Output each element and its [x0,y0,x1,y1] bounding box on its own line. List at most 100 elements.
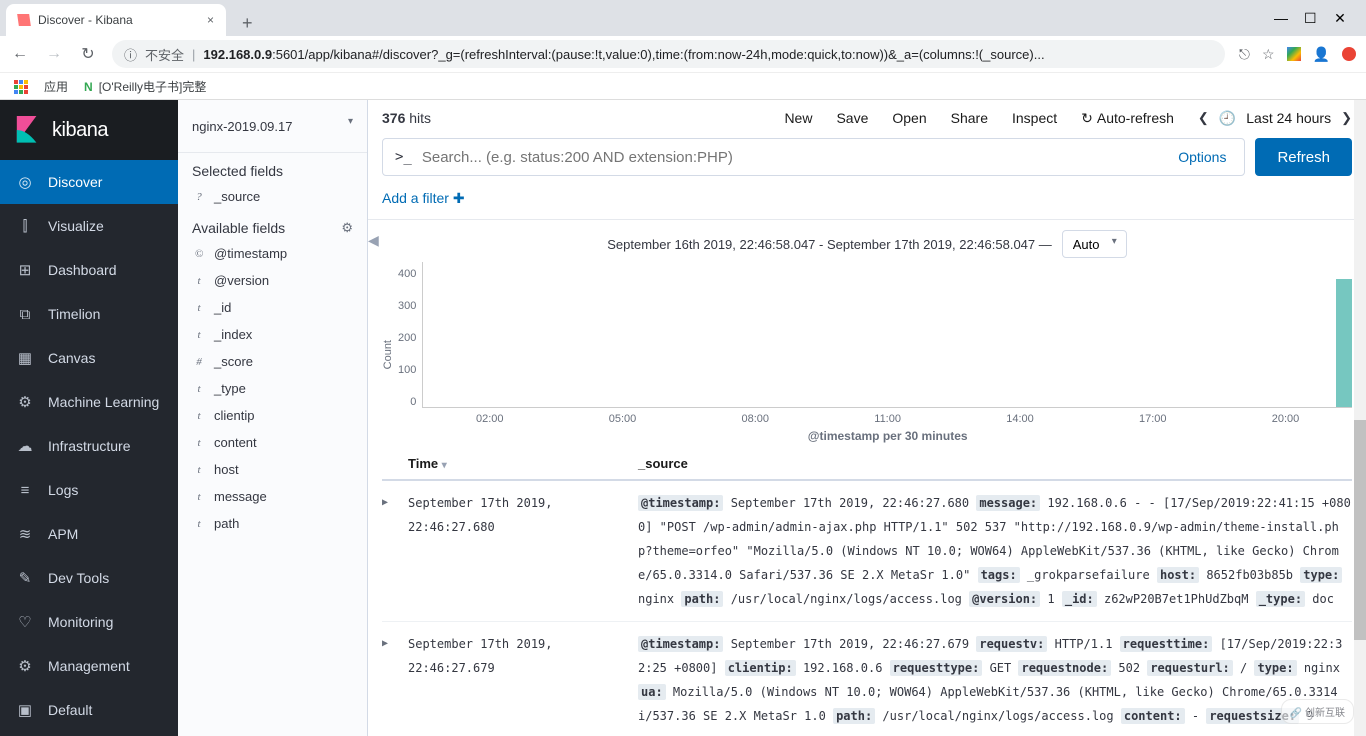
y-axis-label: Count [382,340,394,369]
new-tab-button[interactable]: + [234,11,261,36]
top-bar: 376 hits New Save Open Share Inspect ↻ A… [368,100,1366,128]
time-next-icon[interactable]: ❯ [1341,110,1352,126]
reload-icon[interactable]: ↻ [78,44,98,64]
save-button[interactable]: Save [836,110,868,126]
collapse-chart-icon[interactable]: ◀ [368,232,379,249]
refresh-button[interactable]: Refresh [1255,138,1352,176]
scrollbar-thumb[interactable] [1354,420,1366,640]
expand-row-icon[interactable]: ▶ [382,632,408,728]
logs-icon: ≡ [16,482,34,499]
url-input[interactable]: ⓘ 不安全 | 192.168.0.9:5601/app/kibana#/dis… [112,40,1225,68]
search-options[interactable]: Options [1172,149,1232,165]
field-type-icon: t [192,302,206,314]
profile-icon[interactable]: 👤 [1313,46,1330,63]
field-type-icon: t [192,464,206,476]
minimize-icon[interactable]: — [1274,10,1286,27]
bookmark-oreilly[interactable]: N[O'Reilly电子书]完整 [84,78,206,95]
field-host[interactable]: thost [178,456,367,483]
new-button[interactable]: New [784,110,812,126]
field-_score[interactable]: #_score [178,348,367,375]
interval-select[interactable]: Auto [1062,230,1127,258]
expand-row-icon[interactable]: ▶ [382,491,408,611]
sidebar-item-infrastructure[interactable]: ☁Infrastructure [0,424,178,468]
field-_index[interactable]: t_index [178,321,367,348]
browser-tab[interactable]: Discover - Kibana × [6,4,226,36]
sidebar-item-default[interactable]: ▣Default [0,688,178,732]
sidebar-item-dev-tools[interactable]: ✎Dev Tools [0,556,178,600]
scrollbar-track[interactable] [1354,100,1366,736]
table-row: ▶September 17th 2019, 22:46:27.679@times… [382,622,1352,736]
back-icon[interactable]: ← [10,45,30,63]
security-label: 不安全 [145,45,184,64]
maximize-icon[interactable]: ☐ [1304,10,1316,27]
field-@timestamp[interactable]: ©@timestamp [178,240,367,267]
row-time: September 17th 2019, 22:46:27.679 [408,632,638,728]
ext-icon[interactable] [1287,47,1301,61]
add-filter-button[interactable]: Add a filter ✚ [382,190,465,206]
monitoring-icon: ♡ [16,613,34,631]
window-controls: — ☐ ✕ [1260,0,1360,27]
translate-icon[interactable]: ⎋ [1239,46,1250,63]
close-tab-icon[interactable]: × [207,13,214,27]
open-button[interactable]: Open [892,110,926,126]
machine-learning-icon: ⚙ [16,393,34,411]
field-type-icon: ? [192,191,206,203]
watermark: 🔗 创新互联 [1281,699,1354,724]
search-row: >_ Options Refresh [368,128,1366,186]
time-picker[interactable]: ❮ 🕘 Last 24 hours ❯ [1198,110,1352,127]
auto-refresh-button[interactable]: ↻ Auto-refresh [1081,110,1174,127]
field-path[interactable]: tpath [178,510,367,537]
share-button[interactable]: Share [951,110,988,126]
col-source-header[interactable]: _source [638,456,1352,471]
forward-icon[interactable]: → [44,45,64,63]
main-content: 376 hits New Save Open Share Inspect ↻ A… [368,100,1366,736]
apps-label[interactable]: 应用 [44,78,68,95]
sidebar-item-discover[interactable]: ◎Discover [0,160,178,204]
field-type-icon: t [192,518,206,530]
field-content[interactable]: tcontent [178,429,367,456]
management-icon: ⚙ [16,657,34,675]
infrastructure-icon: ☁ [16,437,34,455]
inspect-button[interactable]: Inspect [1012,110,1057,126]
close-window-icon[interactable]: ✕ [1334,10,1346,27]
sidebar-item-visualize[interactable]: ⫿Visualize [0,204,178,248]
chart-bar[interactable] [1336,279,1352,407]
field-_source[interactable]: ?_source [178,183,367,210]
default-icon: ▣ [16,701,34,719]
row-source: @timestamp: September 17th 2019, 22:46:2… [638,632,1352,728]
sidebar-item-monitoring[interactable]: ♡Monitoring [0,600,178,644]
sidebar-item-machine-learning[interactable]: ⚙Machine Learning [0,380,178,424]
sidebar-item-management[interactable]: ⚙Management [0,644,178,688]
field-@version[interactable]: t@version [178,267,367,294]
gear-icon[interactable]: ⚙ [341,220,353,236]
sidebar-item-logs[interactable]: ≡Logs [0,468,178,512]
sidebar-item-dashboard[interactable]: ⊞Dashboard [0,248,178,292]
col-time-header[interactable]: Time ▾ [408,456,638,471]
index-pattern-select[interactable]: nginx-2019.09.17 [178,100,367,153]
field-type-icon: t [192,437,206,449]
field-clientip[interactable]: tclientip [178,402,367,429]
time-prev-icon[interactable]: ❮ [1198,110,1209,126]
available-fields-header: Available fields ⚙ [178,210,367,240]
sidebar-item-apm[interactable]: ≋APM [0,512,178,556]
field-_id[interactable]: t_id [178,294,367,321]
address-bar: ← → ↻ ⓘ 不安全 | 192.168.0.9:5601/app/kiban… [0,36,1366,72]
row-source: @timestamp: September 17th 2019, 22:46:2… [638,491,1352,611]
field-_type[interactable]: t_type [178,375,367,402]
table-header: Time ▾ _source [382,448,1352,481]
field-type-icon: # [192,356,206,368]
logo[interactable]: kibana [0,100,178,160]
sidebar-item-timelion[interactable]: ⧉Timelion [0,292,178,336]
chart-plot[interactable]: 02:0005:0008:0011:0014:0017:0020:00 @tim… [422,262,1352,408]
apps-grid-icon[interactable] [14,80,28,94]
kibana-logo-icon [14,116,42,144]
search-input[interactable] [422,149,1162,166]
logo-text: kibana [52,119,108,142]
search-box[interactable]: >_ Options [382,138,1245,176]
time-range-text: September 16th 2019, 22:46:58.047 - Sept… [607,237,1052,252]
star-icon[interactable]: ☆ [1262,46,1275,63]
sidebar-item-canvas[interactable]: ▦Canvas [0,336,178,380]
field-message[interactable]: tmessage [178,483,367,510]
row-time: September 17th 2019, 22:46:27.680 [408,491,638,611]
ext-red-icon[interactable] [1342,47,1356,61]
